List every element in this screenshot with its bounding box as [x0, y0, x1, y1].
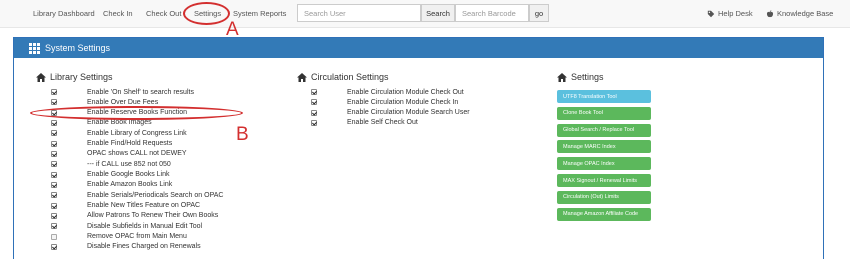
tool-button-circulation-out-limits[interactable]: Circulation (Out) Limits [557, 190, 651, 204]
setting-label: Allow Patrons To Renew Their Own Books [87, 212, 219, 220]
setting-label: OPAC shows CALL not DEWEY [87, 150, 187, 158]
setting-checkbox[interactable] [51, 99, 57, 106]
setting-checkbox[interactable] [51, 192, 57, 199]
knowledge-base-link[interactable]: Knowledge Base [766, 9, 833, 18]
setting-label: Enable Reserve Books Function [87, 109, 187, 117]
setting-row-enable-circulation-module-check-out: Enable Circulation Module Check Out [311, 87, 464, 97]
setting-row-enable-book-images: Enable Book Images [51, 118, 152, 128]
setting-row-opac-shows-call-not-dewey: OPAC shows CALL not DEWEY [51, 149, 187, 159]
setting-label: Enable Google Books Link [87, 171, 170, 179]
tag-icon [707, 10, 715, 17]
annotation-label-a: A [226, 19, 239, 40]
panel-title: System Settings [45, 43, 111, 53]
setting-row-allow-patrons-to-renew-their-own-books: Allow Patrons To Renew Their Own Books [51, 211, 218, 221]
settings-heading: Settings [557, 72, 604, 82]
setting-row-enable-circulation-module-check-in: Enable Circulation Module Check In [311, 97, 458, 107]
setting-row-if-call-use-852-not-050: --- if CALL use 852 not 050 [51, 159, 171, 169]
library-settings-heading: Library Settings [36, 72, 113, 82]
setting-checkbox[interactable] [51, 243, 57, 250]
setting-row-enable-find-hold-requests: Enable Find/Hold Requests [51, 139, 172, 149]
top-navbar: Library Dashboard Check In Check Out Set… [0, 0, 850, 28]
tool-button-manage-amazon-affiliate-code[interactable]: Manage Amazon Affiliate Code [557, 207, 651, 221]
setting-checkbox[interactable] [51, 140, 57, 147]
nav-check-out[interactable]: Check Out [146, 9, 181, 18]
home-icon [557, 72, 567, 82]
tool-button-utf8-translation-tool[interactable]: UTF8 Translation Tool [557, 90, 651, 103]
tool-button-manage-marc-index[interactable]: Manage MARC Index [557, 140, 651, 154]
setting-label: Enable New Titles Feature on OPAC [87, 202, 201, 210]
setting-row-enable-serials-periodicals-search-on-opac: Enable Serials/Periodicals Search on OPA… [51, 190, 223, 200]
setting-checkbox[interactable] [311, 109, 317, 116]
help-desk-link[interactable]: Help Desk [707, 9, 753, 18]
search-barcode-input[interactable] [455, 4, 529, 22]
home-icon [36, 72, 46, 82]
tool-button-manage-opac-index[interactable]: Manage OPAC Index [557, 157, 651, 171]
setting-checkbox[interactable] [311, 119, 317, 126]
setting-row-enable-google-books-link: Enable Google Books Link [51, 170, 170, 180]
setting-label: Disable Fines Charged on Renewals [87, 243, 201, 251]
tool-button-clone-book-tool[interactable]: Clone Book Tool [557, 106, 651, 120]
go-button[interactable]: go [529, 4, 549, 22]
setting-checkbox[interactable] [51, 89, 57, 95]
help-desk-label: Help Desk [718, 9, 753, 18]
circulation-settings-heading: Circulation Settings [297, 72, 389, 82]
search-button[interactable]: Search [421, 4, 455, 22]
library-settings-title: Library Settings [50, 72, 113, 82]
annotation-label-b: B [236, 124, 249, 145]
setting-label: Enable Over Due Fees [87, 98, 159, 106]
setting-label: Enable Circulation Module Check Out [347, 88, 464, 96]
circulation-settings-title: Circulation Settings [311, 72, 389, 82]
setting-checkbox[interactable] [51, 150, 57, 157]
nav-settings[interactable]: Settings [194, 9, 221, 18]
tool-button-max-signout-renewal-limits[interactable]: MAX Signout / Renewal Limits [557, 174, 651, 187]
setting-label: --- if CALL use 852 not 050 [87, 160, 171, 168]
setting-label: Enable Circulation Module Check In [347, 98, 459, 106]
search-user-input[interactable] [297, 4, 421, 22]
setting-label: Enable Find/Hold Requests [87, 140, 173, 148]
setting-checkbox[interactable] [51, 202, 57, 209]
setting-row-enable-reserve-books-function: Enable Reserve Books Function [51, 108, 187, 118]
setting-checkbox[interactable] [51, 109, 57, 116]
setting-checkbox[interactable] [311, 99, 317, 106]
setting-label: Remove OPAC from Main Menu [87, 233, 187, 241]
setting-label: Enable Book Images [87, 119, 152, 127]
knowledge-base-label: Knowledge Base [777, 9, 834, 18]
setting-row-disable-fines-charged-on-renewals: Disable Fines Charged on Renewals [51, 242, 201, 252]
setting-label: Enable Circulation Module Search User [347, 109, 470, 117]
panel-heading: System Settings [14, 38, 823, 58]
setting-row-enable-amazon-books-link: Enable Amazon Books Link [51, 180, 172, 190]
setting-checkbox[interactable] [51, 181, 57, 188]
setting-row-enable-over-due-fees: Enable Over Due Fees [51, 97, 158, 107]
nav-library-dashboard[interactable]: Library Dashboard [33, 9, 95, 18]
nav-check-in[interactable]: Check In [103, 9, 133, 18]
grid-icon [29, 42, 40, 54]
setting-label: Enable Serials/Periodicals Search on OPA… [87, 191, 224, 199]
apple-icon [766, 9, 774, 17]
setting-checkbox[interactable] [51, 171, 57, 178]
setting-checkbox[interactable] [51, 223, 57, 230]
setting-label: Disable Subfields in Manual Edit Tool [87, 222, 203, 230]
setting-label: Enable Amazon Books Link [87, 181, 173, 189]
setting-row-disable-subfields-in-manual-edit-tool: Disable Subfields in Manual Edit Tool [51, 221, 202, 231]
setting-row-enable-library-of-congress-link: Enable Library of Congress Link [51, 128, 187, 138]
setting-checkbox[interactable] [311, 89, 317, 95]
nav-system-reports[interactable]: System Reports [233, 9, 286, 18]
setting-row-enable-self-check-out: Enable Self Check Out [311, 118, 418, 128]
setting-row-remove-opac-from-main-menu: Remove OPAC from Main Menu [51, 232, 187, 242]
setting-checkbox[interactable] [51, 212, 57, 219]
home-icon [297, 72, 307, 82]
setting-label: Enable 'On Shelf' to search results [87, 88, 194, 96]
setting-checkbox[interactable] [51, 130, 57, 137]
setting-row-enable-on-shelf-to-search-results: Enable 'On Shelf' to search results [51, 87, 194, 97]
setting-row-enable-new-titles-feature-on-opac: Enable New Titles Feature on OPAC [51, 201, 200, 211]
setting-checkbox[interactable] [51, 119, 57, 126]
settings-title: Settings [571, 72, 604, 82]
setting-checkbox[interactable] [51, 233, 57, 240]
tool-button-global-search-replace-tool[interactable]: Global Search / Replace Tool [557, 123, 651, 137]
setting-row-enable-circulation-module-search-user: Enable Circulation Module Search User [311, 108, 470, 118]
setting-label: Enable Self Check Out [347, 119, 418, 127]
setting-label: Enable Library of Congress Link [87, 129, 187, 137]
setting-checkbox[interactable] [51, 161, 57, 168]
